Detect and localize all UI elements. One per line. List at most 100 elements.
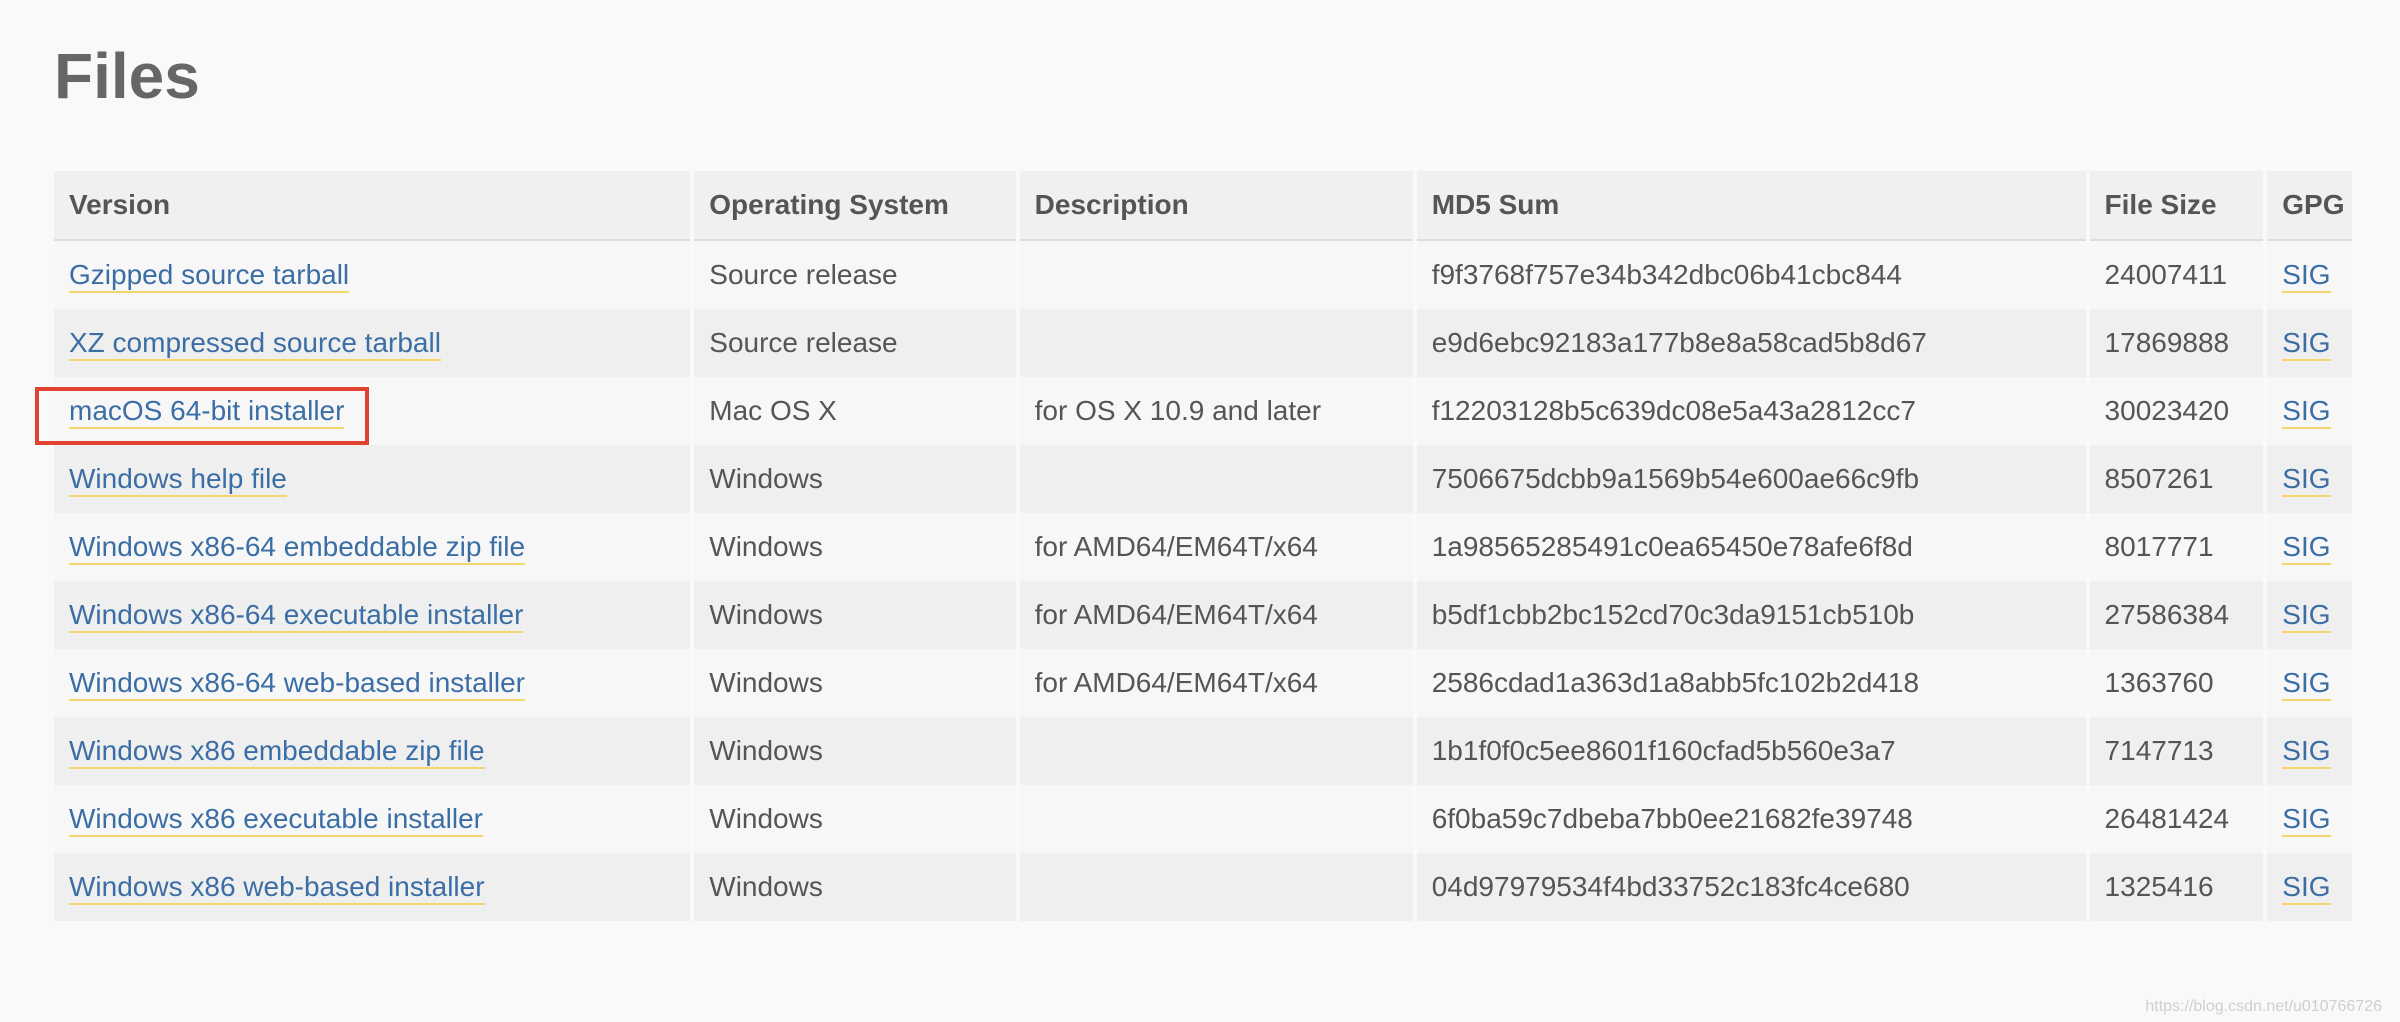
- md5-sum-cell: f12203128b5c639dc08e5a43a2812cc7: [1416, 377, 2086, 445]
- version-cell: Windows help file: [54, 445, 691, 513]
- table-row: Windows x86 embeddable zip file Windows 1b…: [54, 717, 2352, 785]
- md5-sum-cell: 04d97979534f4bd33752c183fc4ce680: [1416, 853, 2086, 921]
- gpg-cell: SIG: [2267, 513, 2352, 581]
- gpg-cell: SIG: [2267, 581, 2352, 649]
- operating-system-cell: Source release: [694, 241, 1016, 309]
- table-row: Windows x86 web-based installer Windows 04…: [54, 853, 2352, 921]
- file-size-cell: 17869888: [2089, 309, 2264, 377]
- version-cell: Windows x86-64 web-based installer: [54, 649, 691, 717]
- file-size-cell: 26481424: [2089, 785, 2264, 853]
- version-cell: Gzipped source tarball: [54, 241, 691, 309]
- md5-sum-cell: 2586cdad1a363d1a8abb5fc102b2d418: [1416, 649, 2086, 717]
- operating-system-cell: Windows: [694, 717, 1016, 785]
- file-size-cell: 24007411: [2089, 241, 2264, 309]
- table-row: Windows help file Windows 7506675dcbb9a156…: [54, 445, 2352, 513]
- version-download-link[interactable]: macOS 64-bit installer: [69, 395, 345, 429]
- page-title: Files: [54, 40, 200, 112]
- gpg-cell: SIG: [2267, 309, 2352, 377]
- version-download-link[interactable]: Windows x86-64 executable installer: [69, 599, 524, 633]
- header-operating-system: Operating System: [694, 171, 1016, 241]
- table-row: macOS 64-bit installer Mac OS Xfor OS X 1…: [54, 377, 2352, 445]
- description-cell: [1019, 717, 1413, 785]
- header-md5-sum: MD5 Sum: [1416, 171, 2086, 241]
- description-cell: for AMD64/EM64T/x64: [1019, 581, 1413, 649]
- description-cell: for AMD64/EM64T/x64: [1019, 649, 1413, 717]
- md5-sum-cell: 1a98565285491c0ea65450e78afe6f8d: [1416, 513, 2086, 581]
- header-gpg: GPG: [2267, 171, 2352, 241]
- file-size-cell: 30023420: [2089, 377, 2264, 445]
- gpg-sig-link[interactable]: SIG: [2282, 667, 2331, 701]
- gpg-cell: SIG: [2267, 445, 2352, 513]
- version-cell: macOS 64-bit installer: [54, 377, 691, 445]
- gpg-sig-link[interactable]: SIG: [2282, 531, 2331, 565]
- md5-sum-cell: f9f3768f757e34b342dbc06b41cbc844: [1416, 241, 2086, 309]
- operating-system-cell: Windows: [694, 581, 1016, 649]
- description-cell: for AMD64/EM64T/x64: [1019, 513, 1413, 581]
- gpg-cell: SIG: [2267, 785, 2352, 853]
- file-size-cell: 7147713: [2089, 717, 2264, 785]
- description-cell: for OS X 10.9 and later: [1019, 377, 1413, 445]
- operating-system-cell: Windows: [694, 445, 1016, 513]
- file-size-cell: 27586384: [2089, 581, 2264, 649]
- gpg-sig-link[interactable]: SIG: [2282, 395, 2331, 429]
- operating-system-cell: Windows: [694, 513, 1016, 581]
- gpg-sig-link[interactable]: SIG: [2282, 463, 2331, 497]
- header-version: Version: [54, 171, 691, 241]
- table-row: Windows x86 executable installer Windows 6…: [54, 785, 2352, 853]
- table-row: Windows x86-64 embeddable zip file Window…: [54, 513, 2352, 581]
- version-download-link[interactable]: Windows x86-64 web-based installer: [69, 667, 525, 701]
- file-size-cell: 8507261: [2089, 445, 2264, 513]
- description-cell: [1019, 241, 1413, 309]
- file-size-cell: 1363760: [2089, 649, 2264, 717]
- header-description: Description: [1019, 171, 1413, 241]
- description-cell: [1019, 309, 1413, 377]
- version-download-link[interactable]: Windows x86-64 embeddable zip file: [69, 531, 526, 565]
- version-cell: Windows x86 web-based installer: [54, 853, 691, 921]
- operating-system-cell: Windows: [694, 649, 1016, 717]
- watermark-text: https://blog.csdn.net/u010766726: [2145, 998, 2382, 1015]
- version-download-link[interactable]: Windows x86 web-based installer: [69, 871, 485, 905]
- description-cell: [1019, 785, 1413, 853]
- table-header-row: Version Operating System Description MD5…: [54, 171, 2352, 241]
- md5-sum-cell: e9d6ebc92183a177b8e8a58cad5b8d67: [1416, 309, 2086, 377]
- version-cell: Windows x86-64 executable installer: [54, 581, 691, 649]
- version-download-link[interactable]: Windows x86 executable installer: [69, 803, 483, 837]
- table-row: XZ compressed source tarball Source relea…: [54, 309, 2352, 377]
- gpg-cell: SIG: [2267, 649, 2352, 717]
- description-cell: [1019, 853, 1413, 921]
- files-table-body: Gzipped source tarball Source release f9f3…: [54, 241, 2352, 921]
- table-row: Gzipped source tarball Source release f9f3…: [54, 241, 2352, 309]
- gpg-sig-link[interactable]: SIG: [2282, 259, 2331, 293]
- gpg-sig-link[interactable]: SIG: [2282, 599, 2331, 633]
- file-size-cell: 8017771: [2089, 513, 2264, 581]
- gpg-cell: SIG: [2267, 241, 2352, 309]
- version-download-link[interactable]: Gzipped source tarball: [69, 259, 350, 293]
- description-cell: [1019, 445, 1413, 513]
- version-download-link[interactable]: Windows x86 embeddable zip file: [69, 735, 485, 769]
- version-cell: XZ compressed source tarball: [54, 309, 691, 377]
- md5-sum-cell: 1b1f0f0c5ee8601f160cfad5b560e3a7: [1416, 717, 2086, 785]
- md5-sum-cell: 7506675dcbb9a1569b54e600ae66c9fb: [1416, 445, 2086, 513]
- version-download-link[interactable]: XZ compressed source tarball: [69, 327, 441, 361]
- version-cell: Windows x86 executable installer: [54, 785, 691, 853]
- gpg-sig-link[interactable]: SIG: [2282, 327, 2331, 361]
- gpg-sig-link[interactable]: SIG: [2282, 803, 2331, 837]
- gpg-sig-link[interactable]: SIG: [2282, 735, 2331, 769]
- md5-sum-cell: 6f0ba59c7dbeba7bb0ee21682fe39748: [1416, 785, 2086, 853]
- gpg-cell: SIG: [2267, 377, 2352, 445]
- operating-system-cell: Source release: [694, 309, 1016, 377]
- table-row: Windows x86-64 web-based installer Window…: [54, 649, 2352, 717]
- operating-system-cell: Windows: [694, 785, 1016, 853]
- version-download-link[interactable]: Windows help file: [69, 463, 287, 497]
- version-cell: Windows x86 embeddable zip file: [54, 717, 691, 785]
- md5-sum-cell: b5df1cbb2bc152cd70c3da9151cb510b: [1416, 581, 2086, 649]
- gpg-sig-link[interactable]: SIG: [2282, 871, 2331, 905]
- files-table: Version Operating System Description MD5…: [50, 171, 2356, 921]
- header-file-size: File Size: [2089, 171, 2264, 241]
- gpg-cell: SIG: [2267, 853, 2352, 921]
- gpg-cell: SIG: [2267, 717, 2352, 785]
- operating-system-cell: Windows: [694, 853, 1016, 921]
- version-cell: Windows x86-64 embeddable zip file: [54, 513, 691, 581]
- file-size-cell: 1325416: [2089, 853, 2264, 921]
- table-row: Windows x86-64 executable installer Windo…: [54, 581, 2352, 649]
